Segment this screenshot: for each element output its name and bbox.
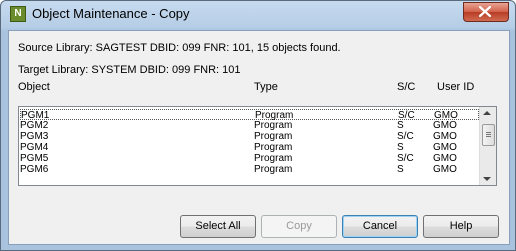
- list-item[interactable]: PGM2 Program S GMO: [19, 120, 479, 131]
- column-header-object: Object: [18, 81, 50, 93]
- object-name: PGM4: [20, 142, 49, 153]
- app-icon: N: [10, 6, 26, 22]
- object-type: Program: [254, 153, 293, 164]
- list-item[interactable]: PGM5 Program S/C GMO: [19, 153, 479, 164]
- list-item[interactable]: PGM4 Program S GMO: [19, 142, 479, 153]
- object-sc: S: [397, 164, 404, 175]
- scrollbar-thumb[interactable]: [482, 124, 495, 146]
- object-sc: S: [397, 120, 404, 131]
- object-user: GMO: [433, 142, 457, 153]
- dialog-window: N Object Maintenance - Copy Source Libra…: [0, 0, 516, 251]
- list-item[interactable]: PGM3 Program S/C GMO: [19, 131, 479, 142]
- object-list[interactable]: PGM1 Program S/C GMO PGM2 Program S GMO …: [18, 106, 497, 186]
- object-sc: S/C: [397, 153, 414, 164]
- column-header-type: Type: [254, 81, 278, 93]
- object-user: GMO: [433, 164, 457, 175]
- copy-button[interactable]: Copy: [261, 215, 337, 238]
- object-name: PGM5: [20, 153, 49, 164]
- list-item[interactable]: PGM1 Program S/C GMO: [20, 109, 479, 121]
- object-name: PGM2: [20, 120, 49, 131]
- source-library-info: Source Library: SAGTEST DBID: 099 FNR: 1…: [18, 42, 341, 54]
- help-button[interactable]: Help: [423, 215, 499, 238]
- target-library-info: Target Library: SYSTEM DBID: 099 FNR: 10…: [18, 64, 241, 76]
- object-user: GMO: [433, 131, 457, 142]
- list-item[interactable]: PGM6 Program S GMO: [19, 164, 479, 175]
- object-user: GMO: [433, 153, 457, 164]
- close-button[interactable]: [463, 2, 509, 22]
- window-title: Object Maintenance - Copy: [32, 6, 190, 21]
- object-sc: S: [397, 142, 404, 153]
- object-type: Program: [254, 131, 293, 142]
- object-type: Program: [254, 142, 293, 153]
- select-all-button[interactable]: Select All: [180, 215, 256, 238]
- column-header-user-id: User ID: [437, 81, 475, 93]
- chevron-up-icon[interactable]: [483, 111, 491, 115]
- close-icon: [479, 6, 491, 17]
- object-user: GMO: [433, 120, 457, 131]
- object-type: Program: [254, 164, 293, 175]
- chevron-down-icon[interactable]: [483, 177, 491, 181]
- object-type: Program: [254, 120, 293, 131]
- object-sc: S/C: [397, 131, 414, 142]
- object-name: PGM6: [20, 164, 49, 175]
- dialog-body: Source Library: SAGTEST DBID: 099 FNR: 1…: [8, 30, 510, 245]
- cancel-button[interactable]: Cancel: [342, 215, 418, 238]
- title-bar[interactable]: N Object Maintenance - Copy: [1, 1, 515, 29]
- object-name: PGM3: [20, 131, 49, 142]
- vertical-scrollbar[interactable]: [479, 107, 496, 185]
- column-header-sc: S/C: [397, 81, 416, 93]
